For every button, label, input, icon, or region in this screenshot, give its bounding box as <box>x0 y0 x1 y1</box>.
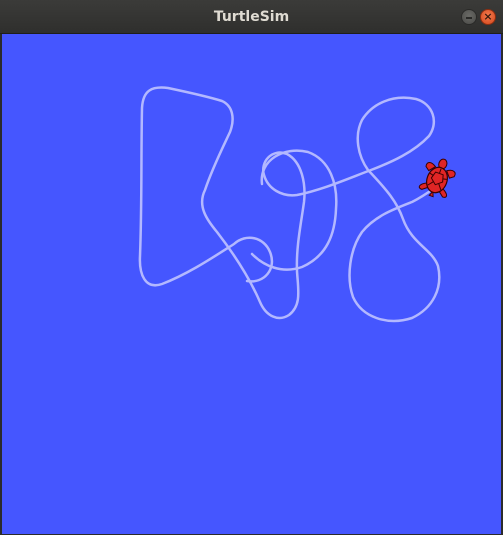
close-button[interactable]: × <box>480 9 496 25</box>
turtlesim-window: TurtleSim × <box>0 0 503 535</box>
pen-trail <box>138 86 441 323</box>
close-icon: × <box>483 10 493 23</box>
window-title: TurtleSim <box>213 9 290 25</box>
title-bar[interactable]: TurtleSim × <box>0 0 503 34</box>
minimize-button[interactable] <box>461 9 477 25</box>
drawing-surface <box>138 86 456 323</box>
pen-trail-inner <box>250 149 338 271</box>
turtle-icon <box>418 158 456 198</box>
turtle-canvas <box>2 34 501 534</box>
